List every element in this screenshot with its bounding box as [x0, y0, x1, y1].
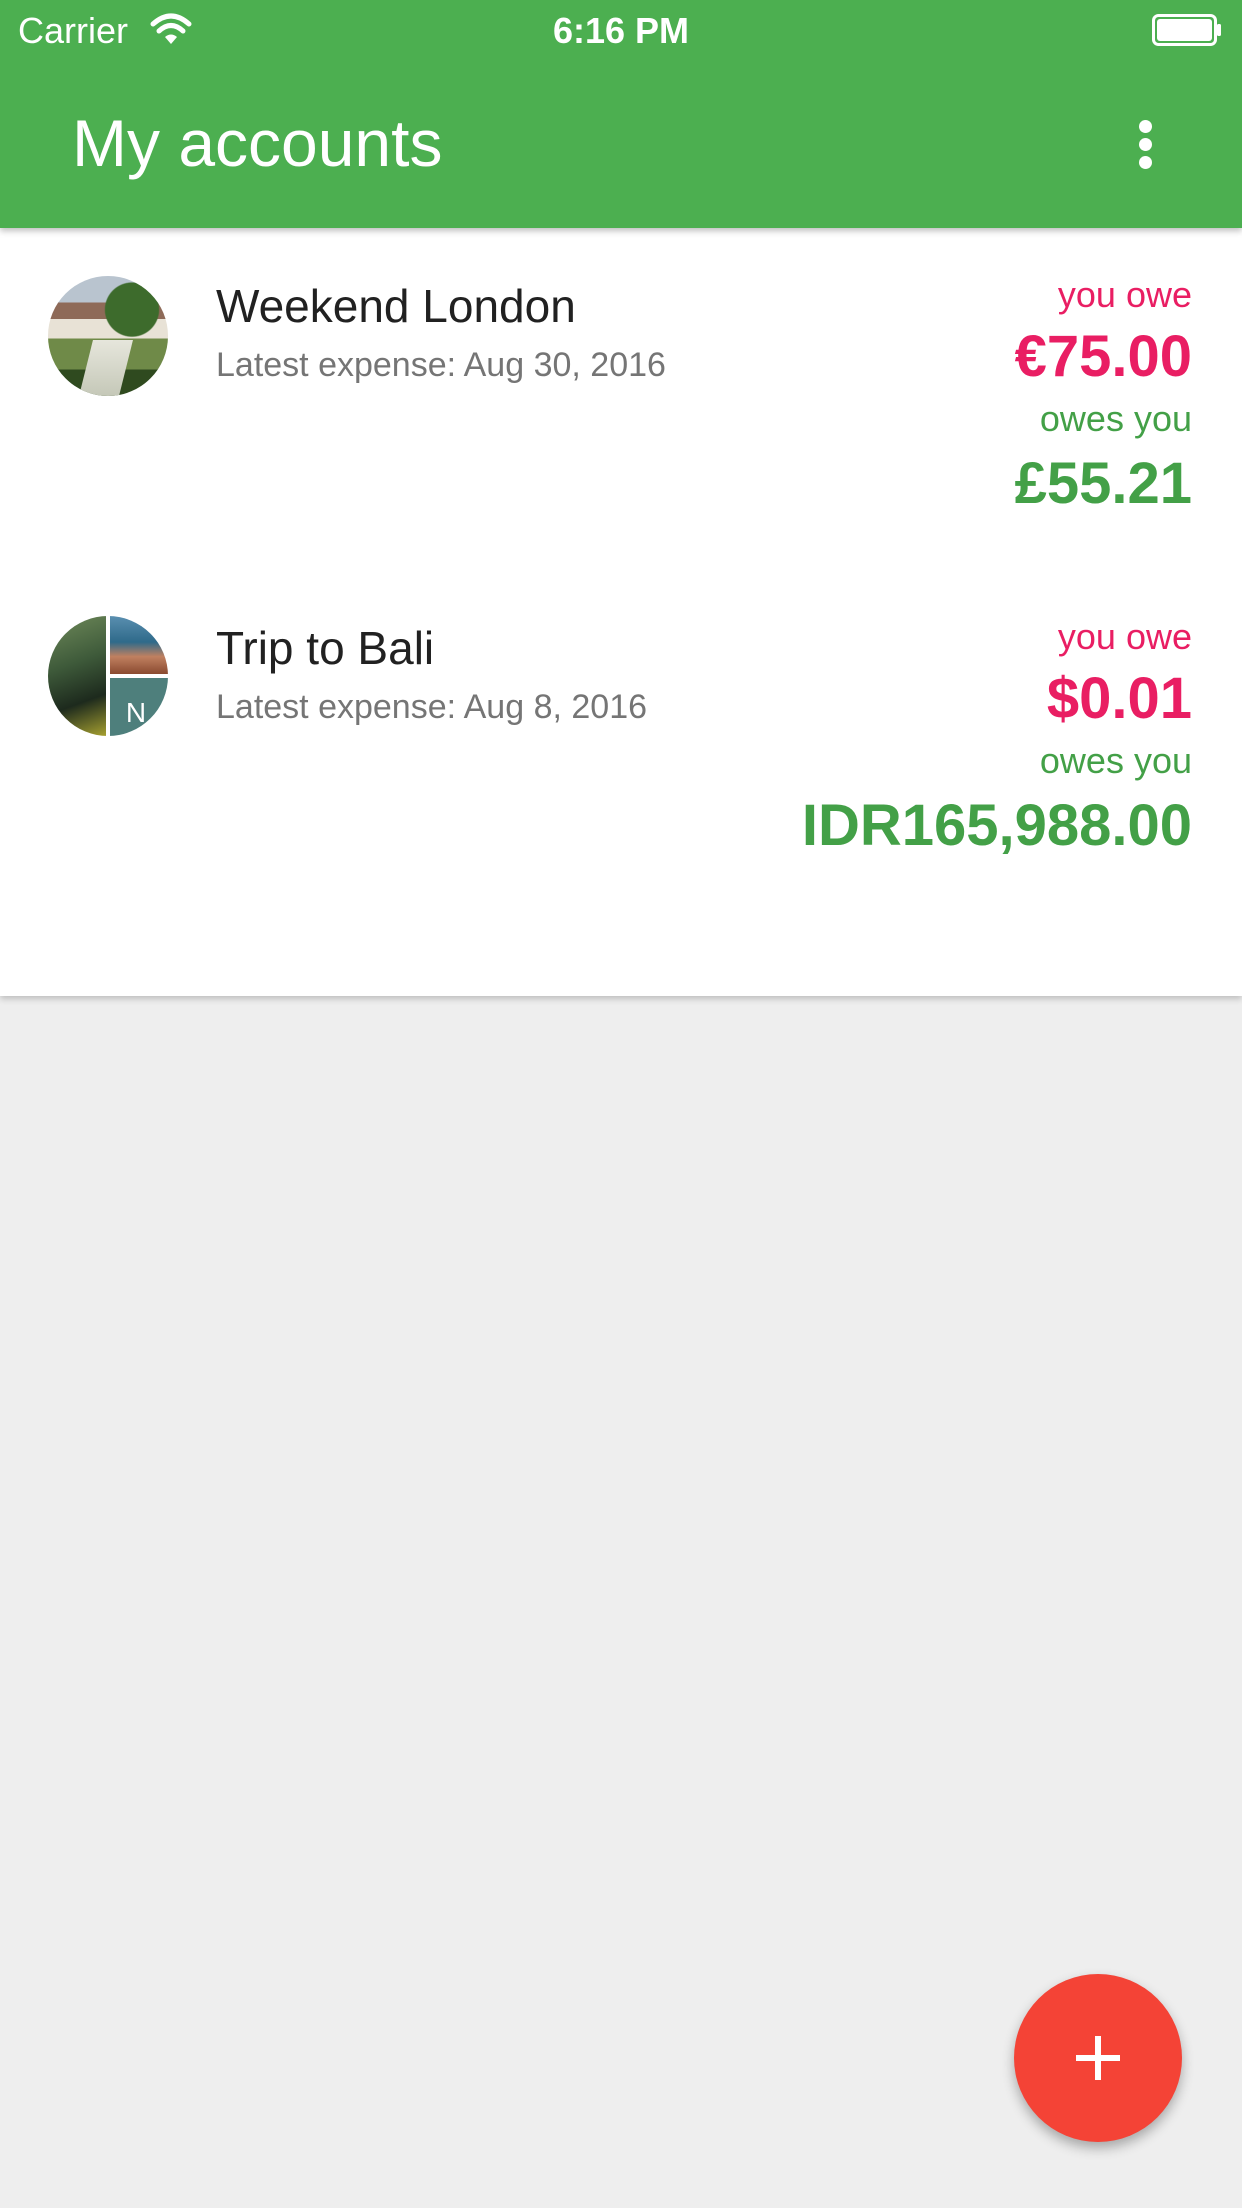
account-name: Trip to Bali — [216, 622, 435, 674]
account-item-trip-to-bali[interactable]: N Trip to Bali Latest expense: Aug 8, 20… — [0, 568, 1242, 996]
accounts-list: Weekend London Latest expense: Aug 30, 2… — [0, 228, 1242, 996]
owes-you-amount: IDR165,988.00 — [801, 793, 1192, 858]
account-balances: you owe €75.00 owes you £55.21 — [732, 272, 1192, 526]
member-photo — [110, 616, 168, 674]
account-latest-expense: Latest expense: Aug 30, 2016 — [216, 346, 666, 384]
more-options-button[interactable] — [1116, 106, 1176, 182]
member-initial: N — [125, 697, 147, 728]
account-avatar: N — [48, 616, 168, 736]
add-account-button[interactable] — [1014, 1974, 1182, 2142]
owes-you-label: owes you — [1039, 740, 1192, 781]
account-name: Weekend London — [216, 280, 576, 332]
owes-you-label: owes you — [1039, 398, 1192, 439]
status-bar: Carrier 6:16 PM — [0, 0, 1242, 62]
account-avatar — [48, 276, 168, 396]
you-owe-amount: €75.00 — [1014, 324, 1192, 389]
app-bar: Carrier 6:16 PM My accounts — [0, 0, 1242, 228]
more-vert-icon-dot — [1139, 156, 1152, 169]
you-owe-label: you owe — [1057, 616, 1192, 657]
owes-you-amount: £55.21 — [1014, 451, 1192, 516]
more-vert-icon-dot — [1139, 138, 1152, 151]
status-time: 6:16 PM — [552, 10, 690, 51]
you-owe-label: you owe — [1057, 274, 1192, 315]
account-balances: you owe $0.01 owes you IDR165,988.00 — [732, 614, 1192, 868]
account-latest-expense: Latest expense: Aug 8, 2016 — [216, 688, 648, 726]
account-item-weekend-london[interactable]: Weekend London Latest expense: Aug 30, 2… — [0, 228, 1242, 568]
more-vert-icon — [1139, 120, 1152, 133]
battery-icon — [1152, 14, 1221, 46]
member-photo — [48, 616, 106, 736]
plus-icon — [1076, 2036, 1120, 2080]
page-title: My accounts — [72, 106, 443, 180]
you-owe-amount: $0.01 — [1046, 666, 1192, 731]
member-initial-avatar: N — [110, 678, 168, 736]
